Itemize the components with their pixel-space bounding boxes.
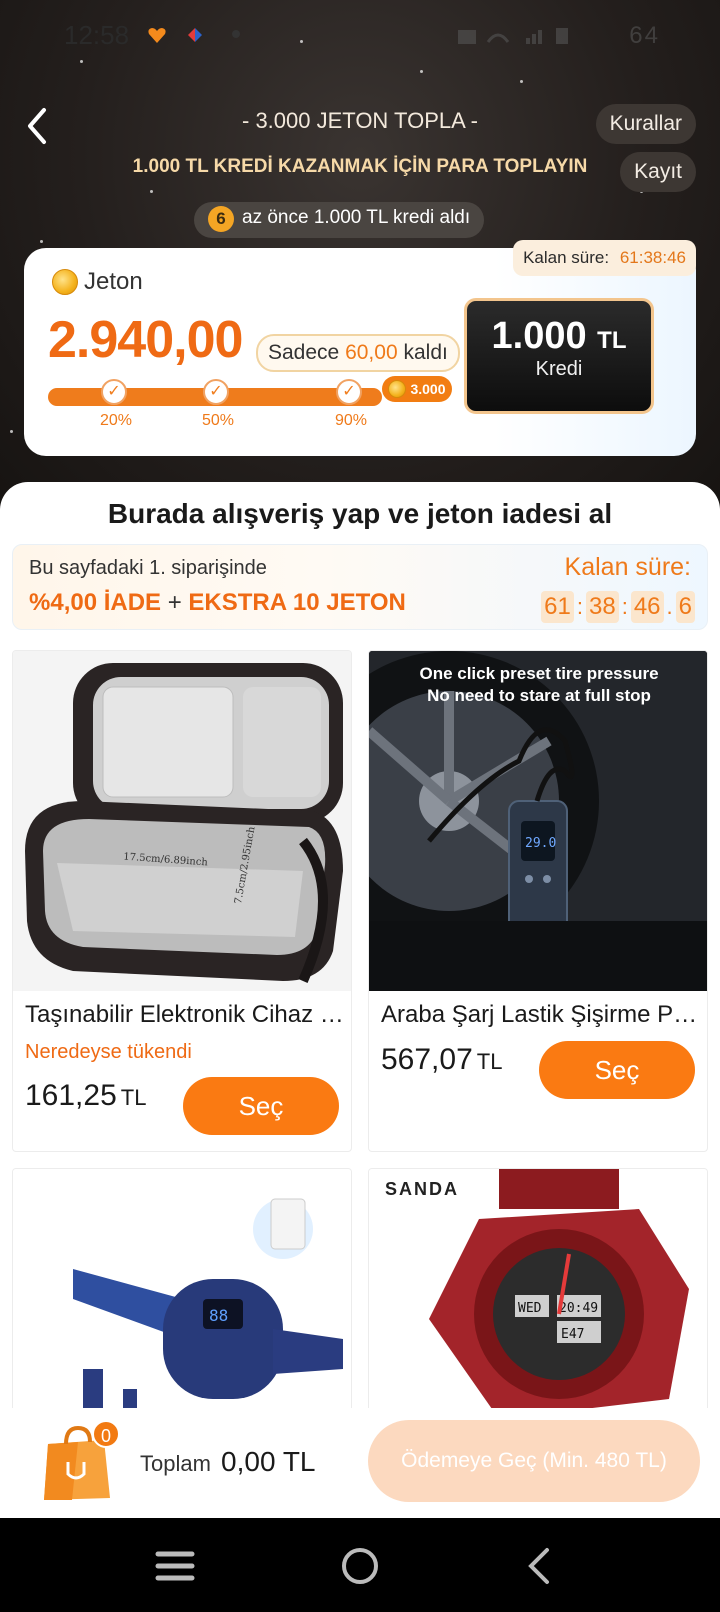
product-price-value: 161,25 (25, 1079, 117, 1112)
jeton-label-text: Jeton (84, 268, 143, 295)
offer-timer-label: Kalan süre: (564, 553, 691, 581)
coin-icon (388, 380, 407, 398)
jeton-amount: 2.940,00 (48, 311, 243, 369)
network-icons (458, 28, 568, 44)
tire-inflator-image: 29.0 One click preset tire pressure No n… (369, 651, 707, 991)
product-price: 567,07 TL (381, 1043, 502, 1077)
goal-value: 3.000 (410, 381, 446, 397)
select-button[interactable]: Seç (183, 1077, 339, 1135)
recent-activity-text: az önce 1.000 TL kredi aldı (242, 207, 471, 228)
only-prefix: Sadece (268, 341, 340, 364)
remaining-time-label: Kalan süre: (523, 248, 610, 267)
credit-amount-value: 1.000 (491, 315, 587, 357)
dot-icon (232, 30, 240, 38)
countdown-tenths: 6 (675, 591, 695, 623)
total-label: Toplam (140, 1451, 211, 1476)
countdown-hours: 61 (541, 591, 574, 623)
watch-day: WED (518, 1301, 542, 1316)
checkout-button[interactable]: Ödemeye Geç (Min. 480 TL) (368, 1420, 700, 1502)
product-image[interactable]: 17.5cm/6.89inch 7.5cm/2.95inch (13, 651, 351, 991)
credit-reward-box[interactable]: 1.000 TL Kredi (464, 298, 654, 414)
duster-display: 88 (209, 1306, 228, 1325)
jeton-label: Jeton (52, 268, 143, 296)
product-currency: TL (120, 1085, 147, 1110)
product-currency: TL (476, 1049, 503, 1074)
watch-time: 20:49 (559, 1301, 598, 1316)
goal-pill: 3.000 (382, 376, 452, 402)
back-nav-icon[interactable] (515, 1540, 565, 1590)
countdown-minutes: 38 (585, 591, 619, 623)
total-value: 0,00 TL (221, 1446, 316, 1477)
only-value: 60,00 (345, 341, 398, 364)
milestone-check-icon: ✓ (336, 379, 362, 405)
offer-refund: %4,00 İADE (29, 589, 162, 616)
product-card[interactable]: 17.5cm/6.89inch 7.5cm/2.95inch Taşınabil… (12, 650, 352, 1152)
status-bar: 12:58 64 (0, 0, 720, 72)
product-name[interactable]: Araba Şarj Lastik Şişirme Pompası (381, 1001, 701, 1029)
store-app-icon (188, 28, 202, 42)
page-subtitle: 1.000 TL KREDİ KAZANMAK İÇİN PARA TOPLAY… (132, 156, 588, 177)
home-icon[interactable] (335, 1540, 385, 1590)
cart-count-badge: 0 (92, 1420, 120, 1448)
recent-activity-pill: 6 az önce 1.000 TL kredi aldı (194, 202, 485, 238)
countdown-seconds: 46 (630, 591, 664, 623)
offer-plus: + (167, 589, 182, 616)
image-caption-line1: One click preset tire pressure (419, 664, 658, 683)
coin-icon (52, 269, 78, 295)
product-card[interactable]: 88 (12, 1168, 352, 1418)
recent-apps-icon[interactable] (150, 1540, 200, 1590)
image-caption-line2: No need to stare at full stop (427, 686, 651, 705)
system-nav-bar (0, 1518, 720, 1612)
product-card[interactable]: SANDA WED 20:49 E47 (368, 1168, 708, 1418)
offer-extra: EKSTRA 10 JETON (188, 589, 406, 616)
heart-app-icon (148, 28, 166, 43)
jeton-progress-card: Kalan süre: 61:38:46 Jeton 2.940,00 Sade… (24, 240, 696, 456)
product-image[interactable]: 29.0 One click preset tire pressure No n… (369, 651, 707, 991)
record-button[interactable]: Kayıt (620, 152, 696, 192)
only-suffix: kaldı (403, 341, 448, 364)
credit-currency: TL (597, 327, 627, 354)
watch-sub: E47 (561, 1327, 584, 1342)
milestone-label: 50% (202, 412, 235, 429)
section-title: Burada alışveriş yap ve jeton iadesi al (107, 498, 613, 529)
milestone-label: 20% (100, 412, 133, 429)
product-name[interactable]: Taşınabilir Elektronik Cihaz Çantası (25, 1001, 345, 1029)
product-price-value: 567,07 (381, 1043, 473, 1076)
remaining-amount-bubble: Sadece 60,00 kaldı (256, 334, 460, 372)
watch-image: SANDA WED 20:49 E47 (385, 1169, 689, 1417)
product-card[interactable]: 29.0 One click preset tire pressure No n… (368, 650, 708, 1152)
remaining-time-tag: Kalan süre: 61:38:46 (513, 240, 696, 276)
milestone-check-icon: ✓ (101, 379, 127, 405)
credit-amount: 1.000 TL (467, 315, 651, 358)
carrying-case-image: 17.5cm/6.89inch 7.5cm/2.95inch (25, 663, 343, 984)
product-image[interactable]: SANDA WED 20:49 E47 (369, 1169, 707, 1417)
offer-line1: Bu sayfadaki 1. siparişinde (29, 557, 267, 579)
milestone-check-icon: ✓ (203, 379, 229, 405)
air-duster-image: 88 (73, 1198, 343, 1417)
credit-label: Kredi (535, 358, 583, 380)
milestone-label: 90% (335, 412, 368, 429)
product-image[interactable]: 88 (13, 1169, 351, 1417)
rules-button[interactable]: Kurallar (595, 104, 696, 144)
recent-count-badge: 6 (208, 206, 234, 232)
offer-line2: %4,00 İADE + EKSTRA 10 JETON (29, 589, 406, 617)
cart-bar: 0 Toplam 0,00 TL Ödemeye Geç (Min. 480 T… (0, 1408, 720, 1518)
watch-brand: SANDA (385, 1179, 459, 1199)
product-stock-status: Neredeyse tükendi (25, 1041, 192, 1063)
offer-countdown: 61 : 38 : 46 . 6 (541, 591, 695, 623)
select-button[interactable]: Seç (539, 1041, 695, 1099)
status-time: 12:58 (64, 20, 130, 50)
battery-level: 64 (629, 22, 660, 49)
remaining-time-value: 61:38:46 (619, 248, 686, 267)
inflator-display: 29.0 (525, 836, 556, 851)
product-price: 161,25 TL (25, 1079, 146, 1113)
first-order-offer-banner: Bu sayfadaki 1. siparişinde %4,00 İADE +… (12, 544, 708, 630)
cart-total: Toplam 0,00 TL (140, 1446, 316, 1478)
